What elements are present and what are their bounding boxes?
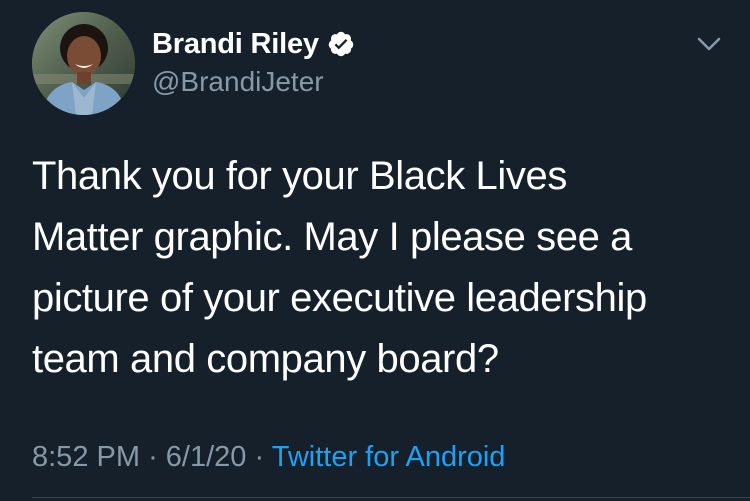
tweet-date[interactable]: 6/1/20 bbox=[166, 441, 247, 473]
divider bbox=[32, 497, 750, 498]
verified-badge-icon bbox=[327, 30, 355, 58]
meta-separator: · bbox=[148, 441, 158, 473]
meta-separator: · bbox=[254, 441, 265, 473]
avatar[interactable] bbox=[32, 12, 135, 115]
author-display-name[interactable]: Brandi Riley bbox=[152, 26, 319, 62]
avatar-photo bbox=[32, 12, 135, 115]
author-handle[interactable]: @BrandiJeter bbox=[152, 65, 324, 99]
tweet-time[interactable]: 8:52 PM bbox=[32, 441, 140, 473]
tweet-card: Brandi Riley @BrandiJeter Thank you for … bbox=[0, 0, 750, 501]
tweet-source-link[interactable]: Twitter for Android bbox=[272, 441, 506, 473]
tweet-text: Thank you for your Black Lives Matter gr… bbox=[32, 154, 647, 381]
chevron-down-icon[interactable] bbox=[694, 32, 724, 56]
tweet-metadata: 8:52 PM · 6/1/20 · Twitter for Android bbox=[32, 437, 505, 477]
author-name-row[interactable]: Brandi Riley bbox=[152, 26, 355, 62]
